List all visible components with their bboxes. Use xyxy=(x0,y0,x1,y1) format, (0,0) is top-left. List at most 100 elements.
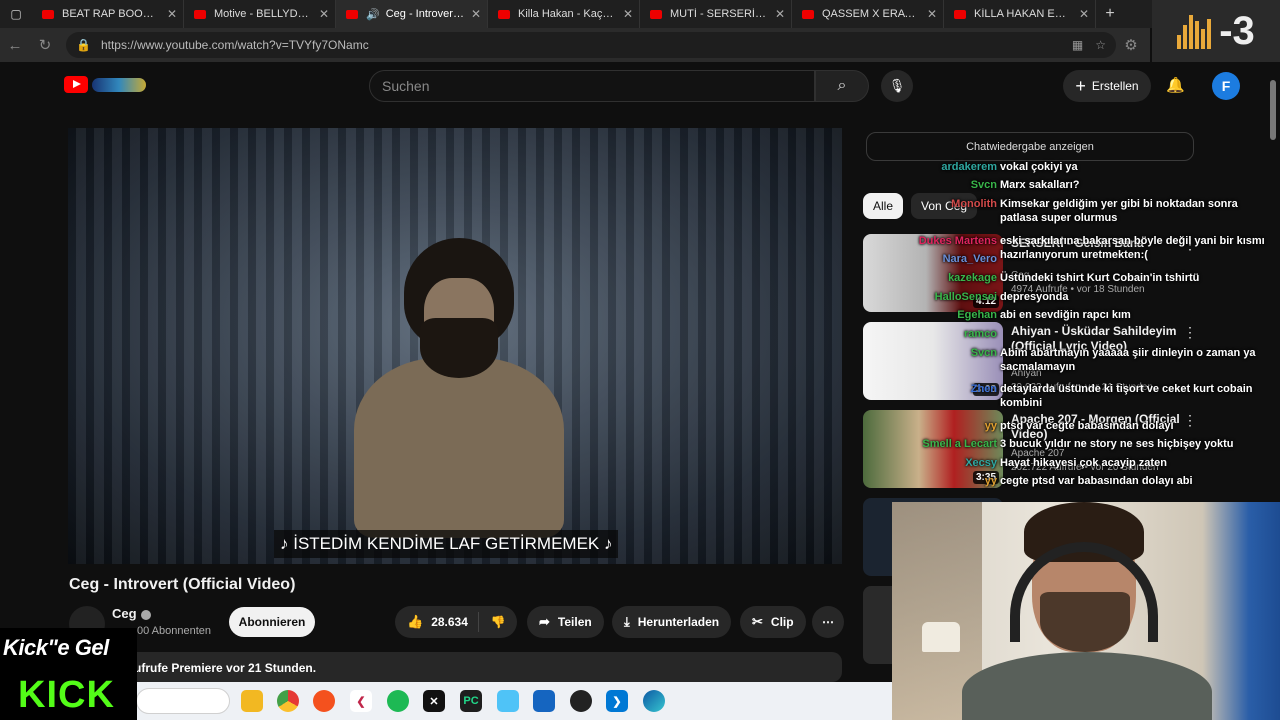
lock-icon[interactable]: 🔒 xyxy=(76,38,91,52)
close-icon[interactable]: ✕ xyxy=(623,7,633,21)
address-bar[interactable]: 🔒 https://www.youtube.com/watch?v=TVYfy7… xyxy=(66,32,1116,58)
chat-text: 3 bucuk yıldır ne story ne ses hiçbişey … xyxy=(1000,438,1234,450)
chip-all[interactable]: Alle xyxy=(863,193,904,219)
close-icon[interactable]: ✕ xyxy=(775,7,785,21)
chat-username: Xecsy xyxy=(965,457,997,469)
share-button[interactable]: ➦ Teilen xyxy=(527,606,604,638)
search-button[interactable]: ⌕ xyxy=(815,70,869,102)
vscode-icon[interactable]: ❯ xyxy=(606,690,628,712)
youtube-logo-icon[interactable] xyxy=(64,76,88,93)
youtube-favicon-icon xyxy=(194,9,206,19)
avatar-letter: F xyxy=(1221,78,1231,94)
pycharm-icon[interactable]: PC xyxy=(460,690,482,712)
scrollbar-thumb[interactable] xyxy=(1270,80,1276,140)
chat-text: ptsd var cegte babasından dolayı xyxy=(1000,420,1174,432)
browser-tab[interactable]: Killa Hakan - Kaçan Ku ✕ xyxy=(488,0,640,28)
youtube-favicon-icon xyxy=(346,9,358,19)
taskbar-search[interactable] xyxy=(136,688,230,714)
chat-username: kazekage xyxy=(948,272,997,284)
more-dots-icon: ⋯ xyxy=(822,615,834,629)
chat-text: eski şarkılarına bakarsan böyle değil ya… xyxy=(1000,235,1265,261)
close-icon[interactable]: ✕ xyxy=(167,7,177,21)
chat-username: Zhen xyxy=(970,383,997,395)
steam-icon[interactable] xyxy=(570,690,592,712)
browser-tab[interactable]: KİLLA HAKAN EV ZİYAR ✕ xyxy=(944,0,1096,28)
tab-actions-icon[interactable]: ▢ xyxy=(0,0,32,28)
chat-header-label: Chatwiedergabe anzeigen xyxy=(966,140,1094,153)
thumbs-down-icon: 👎 xyxy=(490,615,506,629)
folder-icon[interactable] xyxy=(497,690,519,712)
verified-icon xyxy=(140,609,151,620)
download-button[interactable]: ⤓ Herunterladen xyxy=(612,606,732,638)
chat-username: Smell a Lecart xyxy=(922,438,997,450)
search-input[interactable]: Suchen xyxy=(369,70,815,102)
capcut-icon[interactable]: ✕ xyxy=(423,690,445,712)
extensions-icon[interactable]: ⚙ xyxy=(1116,36,1146,54)
video-performer xyxy=(354,238,564,538)
defender-shield-icon[interactable] xyxy=(533,690,555,712)
webcam-feed xyxy=(892,502,1280,720)
counter-value: -3 xyxy=(1219,8,1255,53)
browser-tab[interactable]: BEAT RAP BOOM BAP ✕ xyxy=(32,0,184,28)
channel-name[interactable]: Ceg xyxy=(112,606,151,621)
chat-text: vokal çokiyi ya xyxy=(1000,161,1078,173)
chat-username: ramco xyxy=(963,328,997,340)
browser-tab[interactable]: Motive - BELLYDANCE ✕ xyxy=(184,0,336,28)
video-caption: ♪ İSTEDİM KENDİME LAF GETİRMEMEK ♪ xyxy=(274,530,619,558)
speaker-icon[interactable]: 🔊 xyxy=(366,8,380,21)
chat-text: detaylarda üstünde ki tişort ve ceket ku… xyxy=(1000,383,1253,409)
like-button[interactable]: 👍 28.634 xyxy=(395,612,479,632)
chat-text: Marx sakalları? xyxy=(1000,179,1080,191)
chat-text: Hayat hikayesi çok acayip zaten xyxy=(1000,457,1167,469)
youtube-favicon-icon xyxy=(802,9,814,19)
more-vertical-icon[interactable]: ⋮ xyxy=(1183,324,1197,341)
tab-title: KİLLA HAKAN EV ZİYAR xyxy=(974,8,1073,20)
video-title: Ceg - Introvert (Official Video) xyxy=(69,576,296,593)
create-label: Erstellen xyxy=(1091,79,1139,93)
account-avatar[interactable]: F xyxy=(1212,72,1240,100)
chat-text: depresyonda xyxy=(1000,291,1069,303)
clip-button[interactable]: ✂ Clip xyxy=(740,606,806,638)
favorite-star-icon[interactable]: ☆ xyxy=(1095,38,1106,52)
create-button[interactable]: + Erstellen xyxy=(1063,70,1151,102)
url-text: https://www.youtube.com/watch?v=TVYfy7ON… xyxy=(100,38,369,52)
chat-text: Abim abartmayın yaaaaa şiir dinleyin o z… xyxy=(1000,347,1256,373)
like-count: 28.634 xyxy=(431,615,468,629)
brave-icon[interactable] xyxy=(313,690,335,712)
close-icon[interactable]: ✕ xyxy=(319,7,329,21)
youtube-doodle[interactable] xyxy=(92,78,146,92)
back-arrow-icon[interactable]: ← xyxy=(0,37,30,54)
browser-tab[interactable]: MUTİ - SERSERİ GÜNL ✕ xyxy=(640,0,792,28)
browser-tab[interactable]: QASSEM X ERAY067 & ✕ xyxy=(792,0,944,28)
kali-icon[interactable]: ❮ xyxy=(350,690,372,712)
video-player[interactable] xyxy=(68,128,842,564)
file-explorer-icon[interactable] xyxy=(241,690,263,712)
description-box[interactable]: ufrufe Premiere vor 21 Stunden. xyxy=(68,652,842,682)
close-icon[interactable]: ✕ xyxy=(1079,7,1089,21)
spotify-icon[interactable] xyxy=(387,690,409,712)
reload-icon[interactable]: ↻ xyxy=(30,36,60,54)
subscribe-button[interactable]: Abonnieren xyxy=(229,607,315,637)
browser-tab-bar: ▢ BEAT RAP BOOM BAP ✕ Motive - BELLYDANCE… xyxy=(0,0,1280,28)
more-actions-button[interactable]: ⋯ xyxy=(812,606,844,638)
new-tab-button[interactable]: + xyxy=(1096,0,1124,28)
subscriber-count: 00 Abonnenten xyxy=(137,625,212,637)
youtube-favicon-icon xyxy=(954,9,966,19)
chip-label: Alle xyxy=(873,199,894,213)
plus-icon: + xyxy=(1075,75,1086,96)
app-available-icon[interactable]: ▦ xyxy=(1072,38,1083,52)
chrome-icon[interactable] xyxy=(277,690,299,712)
browser-tab-active[interactable]: 🔊 Ceg - Introvert (O ✕ xyxy=(336,0,488,28)
close-icon[interactable]: ✕ xyxy=(471,7,481,21)
search-icon: ⌕ xyxy=(837,77,847,94)
search-placeholder: Suchen xyxy=(382,78,430,94)
close-icon[interactable]: ✕ xyxy=(927,7,937,21)
chat-username: Monolith xyxy=(951,198,997,210)
edge-icon[interactable] xyxy=(643,690,665,712)
browser-toolbar: ← ↻ 🔒 https://www.youtube.com/watch?v=TV… xyxy=(0,28,1150,62)
youtube-header: Suchen ⌕ 🎙 + Erstellen 🔔 F xyxy=(0,62,1265,108)
voice-search-button[interactable]: 🎙 xyxy=(881,70,913,102)
notifications-bell-icon[interactable]: 🔔 xyxy=(1166,76,1185,94)
chat-replay-toggle[interactable]: Chatwiedergabe anzeigen xyxy=(866,132,1194,161)
dislike-button[interactable]: 👎 xyxy=(479,615,518,629)
